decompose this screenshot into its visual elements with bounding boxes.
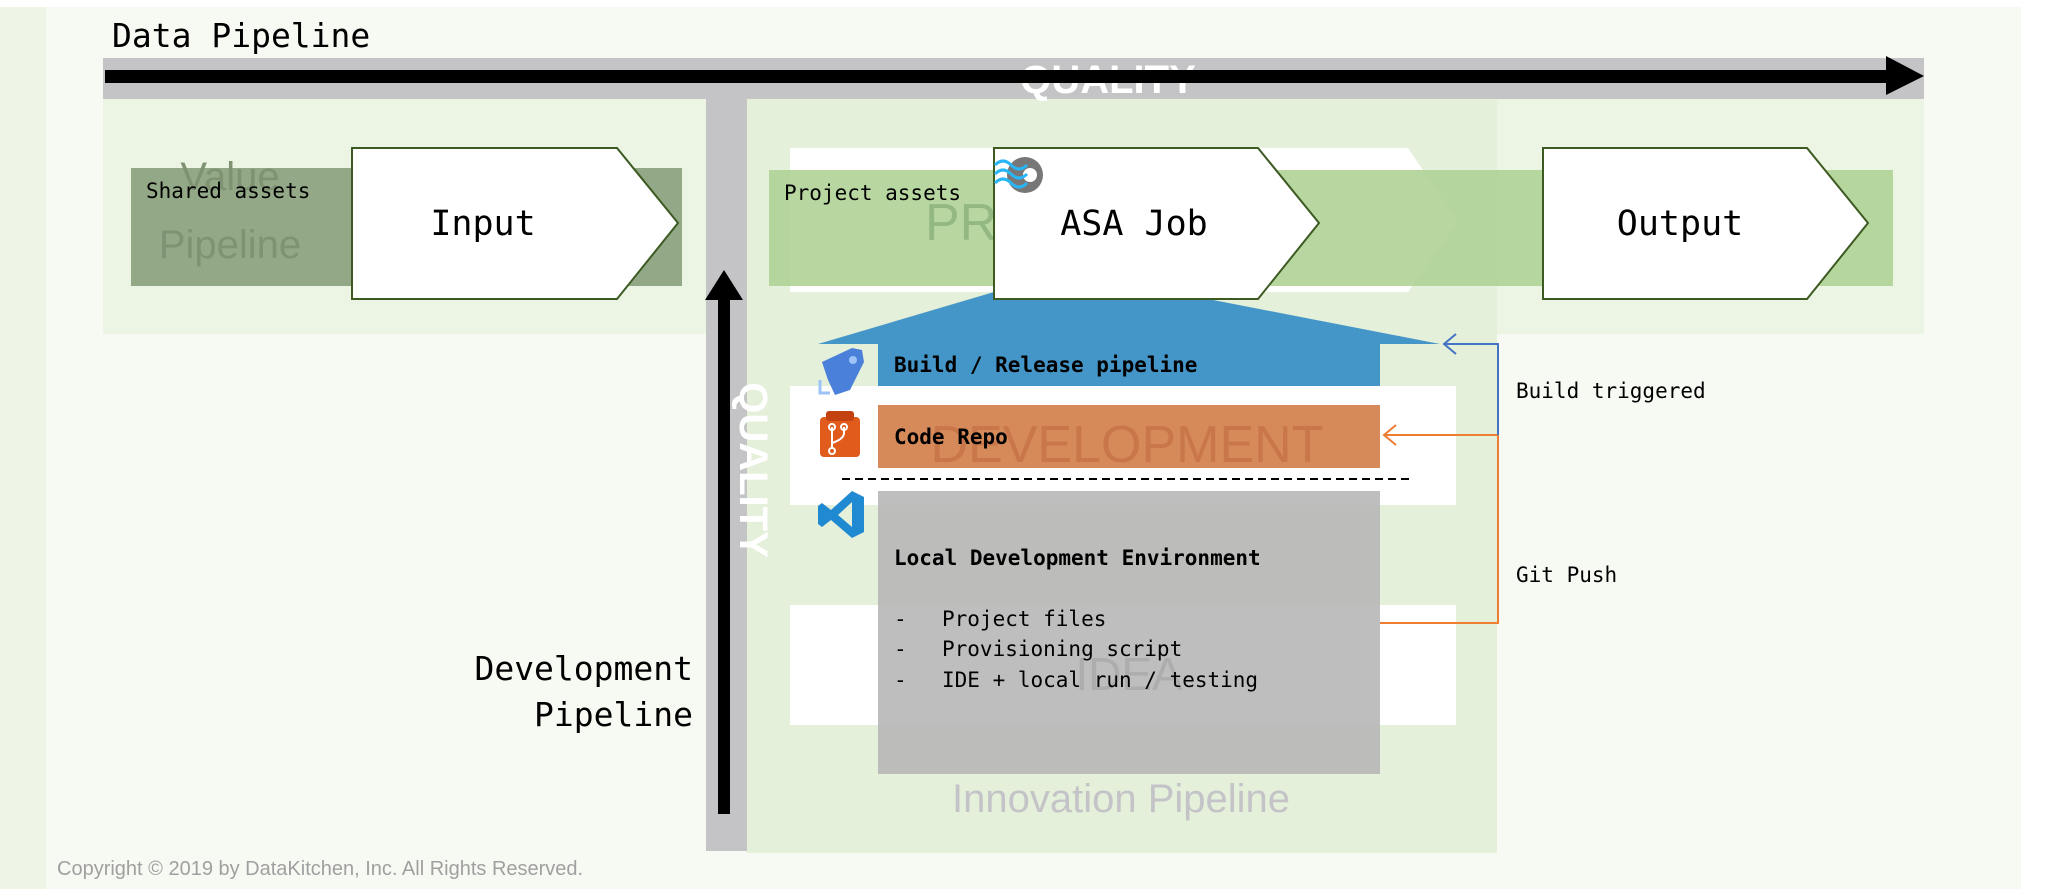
innovation-pipeline-label: Innovation Pipeline [952,777,1290,821]
local-dev-environment-block [878,491,1380,774]
quality-label-vertical: QUALITY [731,382,775,558]
list-bullet: - [894,668,907,692]
list-bullet: - [894,607,907,631]
development-arrow-shaft [718,295,730,814]
local-dev-title: Local Development Environment [894,546,1261,570]
data-pipeline-arrow-shaft [105,70,1895,83]
input-step-label: Input [430,204,535,244]
list-bullet: - [894,637,907,661]
diagram: Data Pipeline QUALITY QUALITY Value Pipe… [0,7,2021,889]
copyright: Copyright © 2019 by DataKitchen, Inc. Al… [57,858,583,880]
development-pipeline-label-line2: Pipeline [534,695,693,734]
page-title: Data Pipeline [112,16,370,55]
azure-repos-icon [820,411,860,457]
list-item: IDE + local run / testing [942,668,1258,692]
list-item: Provisioning script [942,637,1182,661]
project-assets-label: Project assets [784,181,961,205]
build-triggered-label: Build triggered [1516,379,1706,403]
shared-assets-label: Shared assets [146,179,310,203]
output-step-label: Output [1617,204,1743,244]
left-strip [0,7,46,889]
list-item: Project files [942,607,1106,631]
asa-job-step-label: ASA Job [1060,204,1208,244]
build-release-label: Build / Release pipeline [894,353,1197,377]
development-pipeline-label-line1: Development [474,649,693,688]
code-repo-label: Code Repo [894,425,1008,449]
git-push-label: Git Push [1516,563,1617,587]
pipeline-watermark: Pipeline [159,223,301,267]
